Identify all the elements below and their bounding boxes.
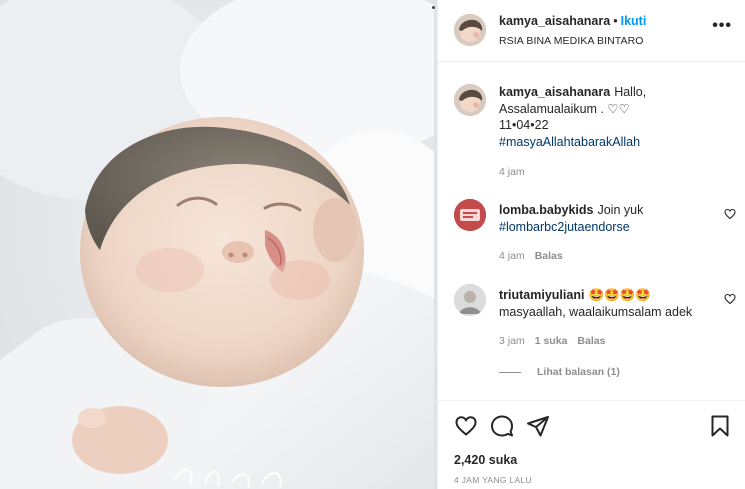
post-header: kamya_aisahanara • Ikuti RSIA BINA MEDIKA …: [438, 0, 745, 62]
post-photo[interactable]: [0, 0, 437, 489]
comment-body: Join yuk: [597, 203, 644, 217]
post-side-panel: kamya_aisahanara • Ikuti RSIA BINA MEDIKA …: [437, 0, 745, 489]
instagram-post: kamya_aisahanara • Ikuti RSIA BINA MEDIKA …: [0, 0, 745, 489]
caption-avatar[interactable]: [454, 84, 486, 116]
carousel-dot: [432, 6, 435, 9]
caption-meta: 4 jam: [499, 166, 535, 178]
comment-meta: 3 jam 1 suka Balas: [499, 335, 615, 347]
reply-button[interactable]: Balas: [535, 250, 563, 262]
caption-line-3: 11•04•22: [499, 118, 549, 132]
bookmark-icon[interactable]: [708, 414, 732, 438]
comment-username[interactable]: triutamiyuliani: [499, 288, 584, 302]
comment-hashtag[interactable]: #lombarbc2jutaendorse: [499, 219, 721, 236]
comment-time[interactable]: 3 jam: [499, 335, 525, 347]
reply-button[interactable]: Balas: [577, 335, 605, 347]
caption-hashtag[interactable]: #masyaAllahtabarakAllah: [499, 134, 721, 151]
author-line: kamya_aisahanara • Ikuti: [499, 14, 646, 28]
caption-line-1: Hallo,: [614, 85, 647, 99]
comment-like-heart-icon[interactable]: [724, 208, 736, 220]
heart-icon[interactable]: [454, 414, 478, 438]
view-replies-label: Lihat balasan (1): [537, 366, 620, 378]
author-username[interactable]: kamya_aisahanara: [499, 14, 610, 28]
commenter-avatar[interactable]: [454, 199, 486, 231]
comment-text: triutamiyuliani 🤩🤩🤩🤩 masyaallah, waalaiku…: [499, 287, 721, 320]
separator-dot: •: [613, 14, 618, 28]
commenter-avatar[interactable]: [454, 284, 486, 316]
replies-divider: [499, 371, 521, 373]
comment-icon[interactable]: [490, 414, 514, 438]
likes-count[interactable]: 2,420 suka: [454, 453, 517, 467]
action-bar: 2,420 suka 4 JAM YANG LALU: [438, 400, 745, 489]
comment-like-count[interactable]: 1 suka: [535, 335, 568, 347]
comment-username[interactable]: lomba.babykids: [499, 203, 593, 217]
comment-text: lomba.babykids Join yuk #lombarbc2jutaend…: [499, 202, 721, 235]
send-icon[interactable]: [526, 414, 550, 438]
comment-time[interactable]: 4 jam: [499, 250, 525, 262]
author-avatar[interactable]: [454, 14, 486, 46]
caption-time[interactable]: 4 jam: [499, 166, 525, 178]
comment-meta: 4 jam Balas: [499, 250, 573, 262]
location-link[interactable]: RSIA BINA MEDIKA BINTARO: [499, 35, 644, 47]
caption-text: kamya_aisahanara Hallo, Assalamualaikum .…: [499, 84, 721, 150]
posted-time[interactable]: 4 JAM YANG LALU: [454, 475, 532, 485]
comment-like-heart-icon[interactable]: [724, 293, 736, 305]
more-options-icon[interactable]: •••: [712, 18, 732, 34]
comment-emoji: 🤩🤩🤩🤩: [588, 288, 651, 302]
follow-button[interactable]: Ikuti: [621, 14, 647, 28]
caption-line-2: Assalamualaikum . ♡♡: [499, 101, 630, 116]
comment-body: masyaallah, waalaikumsalam adek: [499, 304, 693, 319]
caption-username[interactable]: kamya_aisahanara: [499, 85, 610, 99]
view-replies-button[interactable]: Lihat balasan (1): [499, 366, 620, 378]
newborn-baby-photo: [0, 0, 437, 489]
